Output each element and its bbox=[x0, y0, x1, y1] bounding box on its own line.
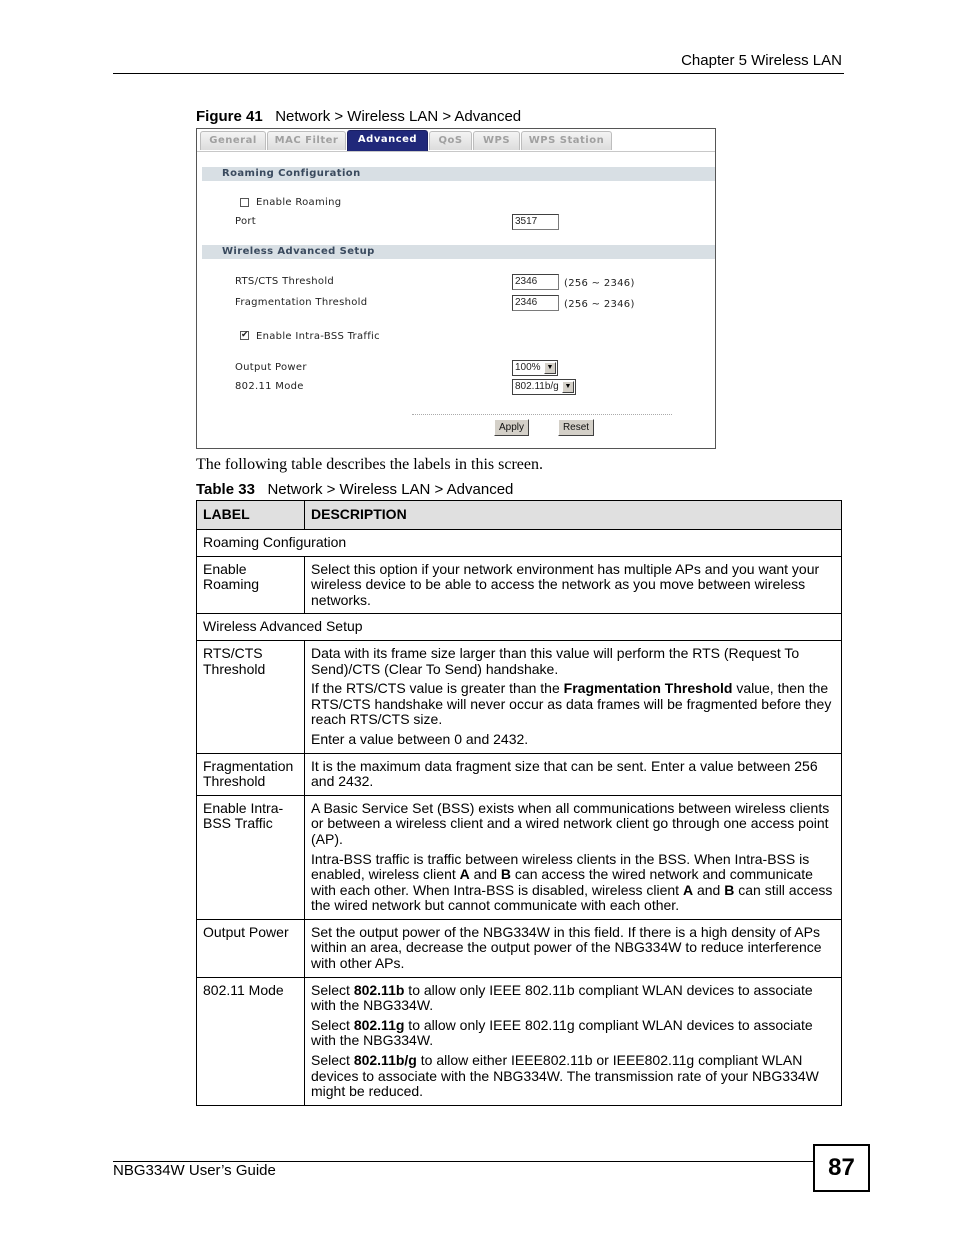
figure-title: Network > Wireless LAN > Advanced bbox=[275, 108, 522, 125]
fragmentation-threshold-input[interactable]: 2346 bbox=[512, 295, 559, 311]
row-label: Output Power bbox=[196, 918, 305, 978]
row-description: Select this option if your network envir… bbox=[304, 555, 842, 615]
output-power-value: 100% bbox=[515, 362, 541, 373]
figure-screenshot: General MAC Filter Advanced QoS WPS WPS … bbox=[196, 128, 716, 449]
rts-threshold-range: (256 ~ 2346) bbox=[564, 278, 635, 289]
header-rule bbox=[113, 73, 844, 74]
tab-wps[interactable]: WPS bbox=[473, 131, 520, 150]
row-description: It is the maximum data fragment size tha… bbox=[304, 752, 842, 796]
section-roaming: Roaming Configuration bbox=[196, 529, 842, 557]
paragraph: Set the output power of the NBG334W in t… bbox=[311, 923, 822, 972]
row-label: Enable Roaming bbox=[196, 555, 305, 615]
row-label: RTS/CTS Threshold bbox=[196, 639, 305, 754]
table-row: 802.11 Mode Select 802.11b to allow only… bbox=[196, 976, 842, 1106]
paragraph: Data with its frame size larger than thi… bbox=[311, 644, 800, 677]
rts-threshold-label: RTS/CTS Threshold bbox=[235, 276, 335, 287]
intra-bss-label: Enable Intra-BSS Traffic bbox=[256, 331, 380, 342]
row-description: Set the output power of the NBG334W in t… bbox=[304, 918, 842, 978]
paragraph: It is the maximum data fragment size tha… bbox=[311, 757, 818, 790]
fragmentation-threshold-label: Fragmentation Threshold bbox=[235, 297, 368, 308]
header-label: LABEL bbox=[196, 500, 305, 530]
paragraph: Select 802.11g to allow only IEEE 802.11… bbox=[311, 1016, 813, 1049]
mode-select[interactable]: 802.11b/g ▼ bbox=[512, 379, 576, 395]
figure-caption: Figure 41 Network > Wireless LAN > Advan… bbox=[196, 108, 521, 125]
tab-qos[interactable]: QoS bbox=[429, 131, 472, 150]
rts-threshold-input[interactable]: 2346 bbox=[512, 274, 559, 290]
row-label: Enable Intra-BSS Traffic bbox=[196, 794, 305, 920]
tab-bar: General MAC Filter Advanced QoS WPS WPS … bbox=[197, 129, 715, 152]
table-row: Fragmentation Threshold It is the maximu… bbox=[196, 752, 842, 796]
guide-title: NBG334W User’s Guide bbox=[113, 1162, 276, 1179]
page-number: 87 bbox=[813, 1144, 870, 1192]
row-label: Fragmentation Threshold bbox=[196, 752, 305, 796]
table-row: Enable Intra-BSS Traffic A Basic Service… bbox=[196, 794, 842, 920]
fragmentation-threshold-range: (256 ~ 2346) bbox=[564, 299, 635, 310]
tab-general[interactable]: General bbox=[200, 131, 266, 150]
paragraph: Select 802.11b/g to allow either IEEE802… bbox=[311, 1052, 819, 1100]
row-description: Select 802.11b to allow only IEEE 802.11… bbox=[304, 976, 842, 1106]
paragraph: Select this option if your network envir… bbox=[311, 560, 820, 608]
table-label: Table 33 bbox=[196, 481, 255, 498]
tab-advanced[interactable]: Advanced bbox=[347, 130, 428, 151]
tab-mac-filter[interactable]: MAC Filter bbox=[267, 131, 346, 150]
paragraph: Select 802.11b to allow only IEEE 802.11… bbox=[311, 981, 813, 1014]
tab-wps-station[interactable]: WPS Station bbox=[521, 131, 612, 150]
figure-label: Figure 41 bbox=[196, 108, 263, 125]
section-roaming-configuration: Roaming Configuration bbox=[202, 167, 715, 181]
enable-roaming-checkbox[interactable] bbox=[240, 198, 249, 207]
row-label: 802.11 Mode bbox=[196, 976, 305, 1106]
description-table: LABEL DESCRIPTION Roaming Configuration … bbox=[196, 500, 842, 1106]
section-wireless-advanced-setup: Wireless Advanced Setup bbox=[202, 245, 715, 259]
output-power-select[interactable]: 100% ▼ bbox=[512, 360, 558, 376]
enable-roaming-label: Enable Roaming bbox=[256, 197, 342, 208]
header-description: DESCRIPTION bbox=[304, 500, 842, 530]
reset-button[interactable]: Reset bbox=[558, 419, 594, 436]
dropdown-arrow-icon[interactable]: ▼ bbox=[544, 362, 556, 374]
checkmark-icon: ✔ bbox=[241, 330, 249, 340]
paragraph: Intra-BSS traffic is traffic between wir… bbox=[311, 850, 833, 914]
output-power-label: Output Power bbox=[235, 362, 307, 373]
table-section-row: Wireless Advanced Setup bbox=[196, 613, 842, 641]
paragraph: If the RTS/CTS value is greater than the… bbox=[311, 680, 832, 728]
table-header-row: LABEL DESCRIPTION bbox=[196, 500, 842, 530]
intro-text: The following table describes the labels… bbox=[196, 456, 544, 473]
paragraph: Enter a value between 0 and 2432. bbox=[311, 730, 529, 747]
port-input[interactable]: 3517 bbox=[512, 214, 559, 230]
table-row: Output Power Set the output power of the… bbox=[196, 918, 842, 978]
table-title: Network > Wireless LAN > Advanced bbox=[267, 481, 514, 498]
mode-label: 802.11 Mode bbox=[235, 381, 304, 392]
row-description: A Basic Service Set (BSS) exists when al… bbox=[304, 794, 842, 920]
table-row: Enable Roaming Select this option if you… bbox=[196, 555, 842, 615]
row-description: Data with its frame size larger than thi… bbox=[304, 639, 842, 754]
apply-button[interactable]: Apply bbox=[494, 419, 529, 436]
divider bbox=[412, 414, 672, 415]
dropdown-arrow-icon[interactable]: ▼ bbox=[562, 381, 574, 393]
section-advanced: Wireless Advanced Setup bbox=[196, 613, 842, 641]
table-row: RTS/CTS Threshold Data with its frame si… bbox=[196, 639, 842, 754]
mode-value: 802.11b/g bbox=[515, 381, 559, 392]
paragraph: A Basic Service Set (BSS) exists when al… bbox=[311, 799, 830, 847]
chapter-header: Chapter 5 Wireless LAN bbox=[681, 52, 842, 69]
table-section-row: Roaming Configuration bbox=[196, 529, 842, 557]
port-label: Port bbox=[235, 216, 257, 227]
table-caption: Table 33 Network > Wireless LAN > Advanc… bbox=[196, 481, 513, 498]
intra-bss-checkbox[interactable]: ✔ bbox=[240, 331, 249, 340]
